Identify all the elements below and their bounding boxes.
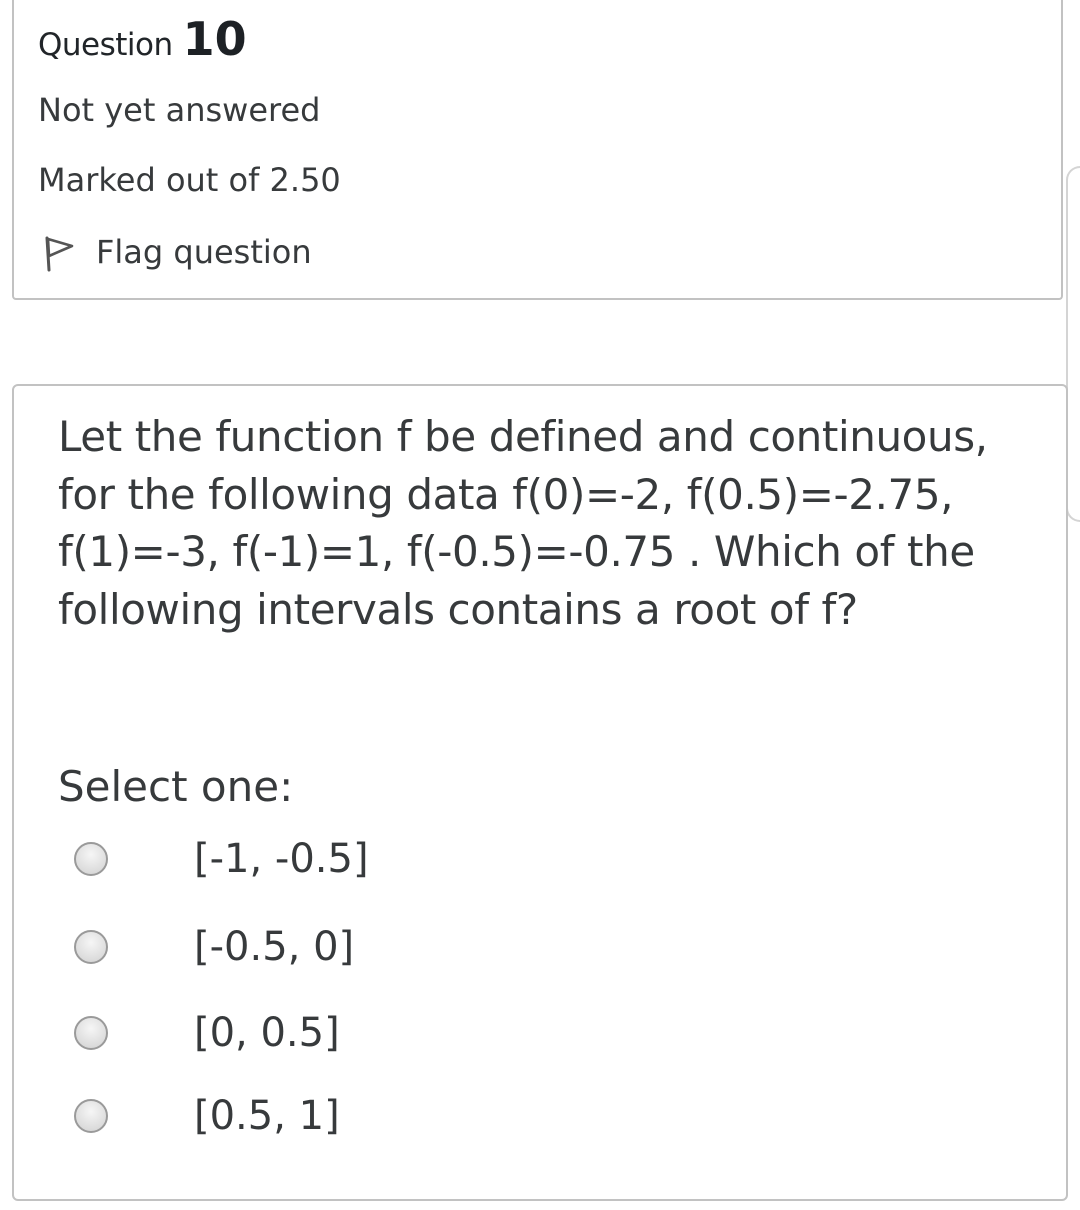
question-content-panel: Let the function f be defined and contin… [12, 384, 1068, 1201]
question-info-panel: Question 10 Not yet answered Marked out … [12, 0, 1063, 300]
radio-button[interactable] [74, 1016, 108, 1050]
answer-option[interactable]: [0.5, 1] [74, 1086, 774, 1146]
answer-option[interactable]: [0, 0.5] [74, 1003, 774, 1063]
question-number: 10 [182, 12, 247, 66]
radio-button[interactable] [74, 930, 108, 964]
question-heading: Question 10 [38, 12, 247, 66]
flag-question-label: Flag question [96, 233, 312, 271]
answer-option-label: [-0.5, 0] [194, 924, 355, 970]
radio-button[interactable] [74, 842, 108, 876]
answer-option-label: [0.5, 1] [194, 1093, 340, 1139]
answer-option-label: [0, 0.5] [194, 1010, 340, 1056]
answer-option[interactable]: [-0.5, 0] [74, 917, 774, 977]
answer-option[interactable]: [-1, -0.5] [74, 829, 774, 889]
answer-option-label: [-1, -0.5] [194, 836, 369, 882]
flag-icon [38, 232, 78, 272]
radio-button[interactable] [74, 1099, 108, 1133]
question-grade: Marked out of 2.50 [38, 161, 341, 199]
flag-question-button[interactable]: Flag question [38, 230, 312, 274]
question-state: Not yet answered [38, 91, 321, 129]
question-label: Question [38, 27, 173, 63]
side-panel-edge [1066, 166, 1080, 522]
answer-options: [-1, -0.5] [-0.5, 0] [0, 0.5] [0.5, 1] [14, 386, 1066, 1199]
